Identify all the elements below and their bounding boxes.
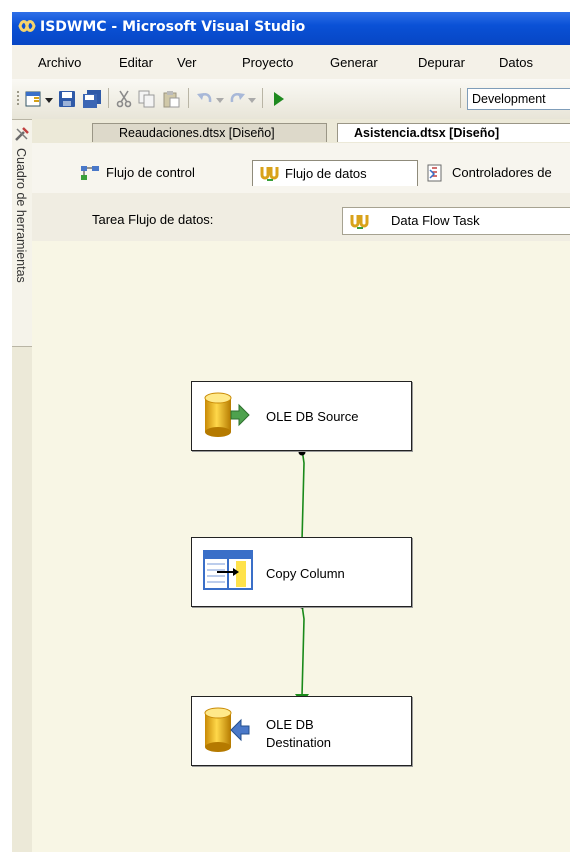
toolbox-panel[interactable]: Cuadro de herramientas	[12, 119, 33, 347]
menu-proyecto[interactable]: Proyecto	[242, 55, 293, 70]
menu-depurar[interactable]: Depurar	[418, 55, 465, 70]
ole-db-source-label: OLE DB Source	[266, 409, 359, 424]
toolbox-label: Cuadro de herramientas	[14, 148, 28, 283]
data-flow-task-icon	[349, 213, 369, 240]
ole-db-source-component[interactable]: OLE DB Source	[191, 381, 412, 451]
menu-ver[interactable]: Ver	[177, 55, 197, 70]
menu-archivo[interactable]: Archivo	[38, 55, 81, 70]
path-source-to-copy[interactable]	[295, 448, 309, 550]
task-label: Tarea Flujo de datos:	[92, 212, 214, 227]
tab-asistencia[interactable]: Asistencia.dtsx [Diseño]	[337, 123, 570, 142]
save-icon[interactable]	[58, 90, 76, 111]
chevron-down-icon[interactable]	[248, 93, 256, 107]
new-project-icon[interactable]	[24, 90, 44, 111]
ole-db-destination-label-line1: OLE DB	[266, 717, 314, 732]
undo-icon[interactable]	[196, 90, 214, 111]
gripper-icon	[16, 89, 20, 112]
visual-studio-icon	[18, 19, 36, 36]
tab-control-flow-label: Flujo de control	[106, 165, 195, 180]
data-flow-icon	[259, 165, 279, 191]
database-source-icon	[203, 392, 251, 441]
start-debugging-icon[interactable]	[272, 90, 286, 111]
designer-tab-strip: Flujo de control Flujo de datos Controla…	[32, 143, 570, 194]
control-flow-icon	[80, 164, 100, 189]
chevron-down-icon[interactable]	[45, 93, 53, 107]
task-dropdown-value: Data Flow Task	[391, 213, 480, 228]
tab-data-flow-label: Flujo de datos	[285, 166, 367, 181]
tab-control-flow[interactable]: Flujo de control	[74, 160, 250, 185]
database-destination-icon	[203, 707, 251, 756]
menu-datos[interactable]: Datos	[499, 55, 533, 70]
tab-event-handlers-label: Controladores de	[452, 165, 552, 180]
paste-icon[interactable]	[162, 90, 180, 111]
menu-bar: Archivo Editar Ver Proyecto Generar Depu…	[12, 45, 570, 80]
save-all-icon[interactable]	[82, 90, 102, 111]
data-flow-canvas[interactable]: OLE DB Source Copy Column OLE DB Destina…	[32, 241, 570, 852]
task-dropdown[interactable]: Data Flow Task	[342, 207, 570, 235]
ole-db-destination-label-line2: Destination	[266, 735, 332, 750]
tab-data-flow[interactable]: Flujo de datos	[252, 160, 418, 186]
redo-icon[interactable]	[228, 90, 246, 111]
tab-event-handlers[interactable]: Controladores de	[420, 160, 570, 185]
configuration-combo[interactable]: Development	[467, 88, 570, 110]
cut-icon[interactable]	[116, 90, 132, 111]
window-title: ISDWMC - Microsoft Visual Studio	[40, 19, 306, 35]
menu-generar[interactable]: Generar	[330, 55, 378, 70]
title-bar: ISDWMC - Microsoft Visual Studio	[12, 12, 570, 45]
chevron-down-icon[interactable]	[216, 93, 224, 107]
copy-column-icon	[203, 550, 253, 593]
ole-db-destination-component[interactable]: OLE DB Destination	[191, 696, 412, 766]
copy-column-label: Copy Column	[266, 566, 345, 581]
standard-toolbar: Development	[12, 79, 570, 120]
window: ISDWMC - Microsoft Visual Studio Archivo…	[12, 12, 570, 852]
event-handlers-icon	[426, 164, 444, 190]
document-tab-strip: Reaudaciones.dtsx [Diseño] Asistencia.dt…	[32, 119, 570, 144]
path-copy-to-destination[interactable]	[295, 601, 309, 705]
menu-editar[interactable]: Editar	[119, 55, 153, 70]
copy-icon[interactable]	[138, 90, 156, 111]
tab-reaudaciones[interactable]: Reaudaciones.dtsx [Diseño]	[92, 123, 327, 142]
tools-icon	[14, 126, 30, 145]
task-selector-bar: Tarea Flujo de datos: Data Flow Task	[32, 193, 570, 242]
copy-column-component[interactable]: Copy Column	[191, 537, 412, 607]
